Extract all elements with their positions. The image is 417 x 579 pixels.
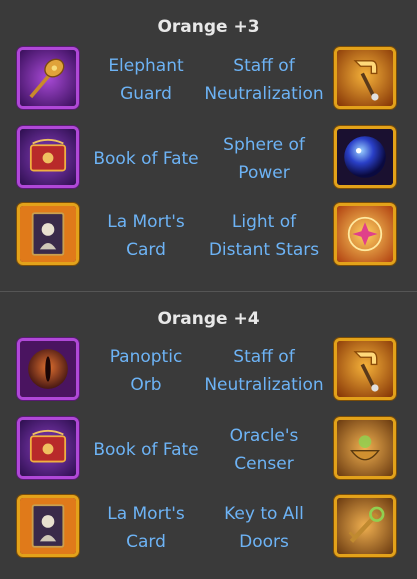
- artifact-name: Staff of Neutralization: [204, 56, 324, 104]
- la-morts-card-icon[interactable]: [17, 203, 79, 265]
- artifact-name: Key to All Doors: [224, 504, 304, 552]
- artifact-name: Sphere of Power: [223, 135, 305, 183]
- artifact-row: La Mort's Card Light of Distant Stars: [0, 203, 417, 269]
- panoptic-orb-icon[interactable]: [17, 338, 79, 400]
- section-title: Orange +4: [157, 309, 260, 329]
- artifact-row: Book of Fate Oracle's Censer: [0, 417, 417, 483]
- light-of-distant-stars-icon[interactable]: [334, 203, 396, 265]
- artifact-name: Staff of Neutralization: [204, 347, 324, 395]
- artifact-name: La Mort's Card: [107, 212, 185, 260]
- artifact-row: Panoptic Orb Staff of Neutralization: [0, 338, 417, 404]
- artifact-row: Elephant Guard Staff of Neutralization: [0, 47, 417, 113]
- section-orange-plus-4: Orange +4 Panoptic Orb Staff of Neutraliza…: [0, 291, 417, 579]
- section-title: Orange +3: [157, 17, 260, 37]
- section-orange-plus-3: Orange +3 Elephant Guard Staff of Neutrali…: [0, 0, 417, 291]
- staff-of-neutralization-icon[interactable]: [334, 47, 396, 109]
- key-to-all-doors-icon[interactable]: [334, 495, 396, 557]
- artifact-name: Light of Distant Stars: [208, 212, 320, 260]
- artifact-name: Panoptic Orb: [109, 347, 183, 395]
- book-of-fate-icon[interactable]: [17, 417, 79, 479]
- elephant-guard-icon[interactable]: [17, 47, 79, 109]
- sphere-of-power-icon[interactable]: [334, 126, 396, 188]
- artifact-name: Elephant Guard: [108, 56, 184, 104]
- book-of-fate-icon[interactable]: [17, 126, 79, 188]
- artifact-row: La Mort's Card Key to All Doors: [0, 495, 417, 561]
- la-morts-card-icon[interactable]: [17, 495, 79, 557]
- artifact-name: Book of Fate: [93, 440, 199, 460]
- artifact-name: La Mort's Card: [107, 504, 185, 552]
- staff-of-neutralization-icon[interactable]: [334, 338, 396, 400]
- artifact-name: Book of Fate: [93, 149, 199, 169]
- artifact-row: Book of Fate Sphere of Power: [0, 126, 417, 192]
- artifact-name: Oracle's Censer: [229, 426, 299, 474]
- oracles-censer-icon[interactable]: [334, 417, 396, 479]
